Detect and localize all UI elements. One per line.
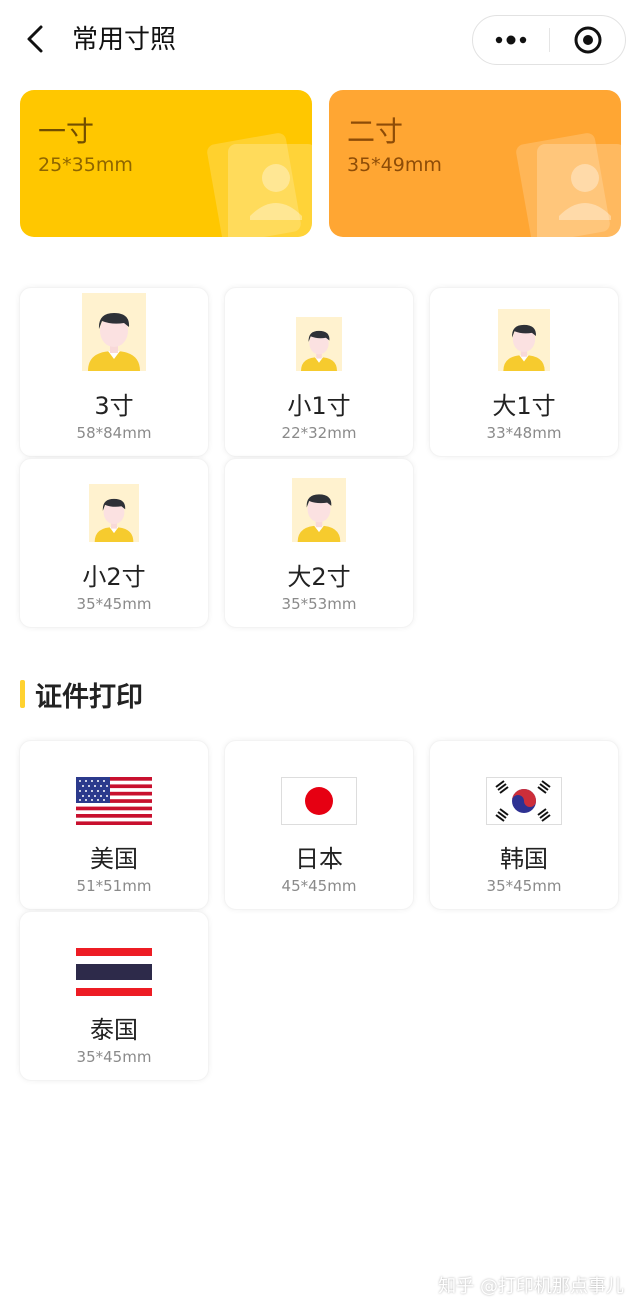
portrait-icon bbox=[82, 293, 146, 371]
portrait-icon bbox=[89, 484, 139, 542]
country-name: 美国 bbox=[90, 845, 138, 873]
flag-card-thailand[interactable]: 泰国 35*45mm bbox=[19, 911, 209, 1081]
card-title: 二寸 bbox=[347, 115, 404, 148]
size-card-small-1-inch[interactable]: 小1寸 22*32mm bbox=[224, 287, 414, 457]
size-name: 大1寸 bbox=[492, 392, 556, 420]
size-card-3-inch[interactable]: 3寸 58*84mm bbox=[19, 287, 209, 457]
size-dims: 35*45mm bbox=[76, 1048, 152, 1066]
nav-bar: 常用寸照 bbox=[0, 0, 640, 80]
section-accent-bar bbox=[20, 680, 25, 708]
more-dots-icon bbox=[495, 35, 527, 45]
size-dims: 58*84mm bbox=[76, 424, 152, 442]
watermark: 知乎 @打印机那点事儿 bbox=[438, 1276, 624, 1297]
size-dims: 51*51mm bbox=[76, 877, 152, 895]
country-name: 泰国 bbox=[90, 1016, 138, 1044]
size-dims: 45*45mm bbox=[281, 877, 357, 895]
id-photo-icon bbox=[516, 133, 621, 237]
portrait-icon bbox=[292, 478, 346, 542]
back-button[interactable] bbox=[18, 22, 52, 56]
thailand-flag-icon bbox=[76, 948, 152, 996]
size-dims: 22*32mm bbox=[281, 424, 357, 442]
card-size: 35*49mm bbox=[347, 154, 442, 176]
japan-flag-icon bbox=[281, 777, 357, 825]
target-icon bbox=[574, 26, 602, 54]
country-name: 日本 bbox=[295, 845, 343, 873]
size-card-small-2-inch[interactable]: 小2寸 35*45mm bbox=[19, 458, 209, 628]
size-dims: 35*45mm bbox=[486, 877, 562, 895]
size-dims: 33*48mm bbox=[486, 424, 562, 442]
size-card-1-inch[interactable]: 一寸 25*35mm bbox=[20, 90, 312, 237]
korea-flag-icon bbox=[486, 777, 562, 825]
us-flag-icon bbox=[76, 777, 152, 825]
size-name: 小1寸 bbox=[287, 392, 351, 420]
size-name: 大2寸 bbox=[287, 563, 351, 591]
flag-card-japan[interactable]: 日本 45*45mm bbox=[224, 740, 414, 910]
id-photo-icon bbox=[207, 133, 312, 237]
chevron-left-icon bbox=[27, 25, 43, 53]
more-button[interactable] bbox=[473, 16, 549, 64]
size-card-large-2-inch[interactable]: 大2寸 35*53mm bbox=[224, 458, 414, 628]
close-button[interactable] bbox=[550, 16, 626, 64]
mini-program-capsule bbox=[472, 15, 626, 65]
card-title: 一寸 bbox=[38, 115, 95, 148]
portrait-icon bbox=[296, 317, 342, 371]
section-header: 证件打印 bbox=[20, 676, 143, 713]
size-card-2-inch[interactable]: 二寸 35*49mm bbox=[329, 90, 621, 237]
size-card-large-1-inch[interactable]: 大1寸 33*48mm bbox=[429, 287, 619, 457]
card-size: 25*35mm bbox=[38, 154, 133, 176]
size-dims: 35*53mm bbox=[281, 595, 357, 613]
country-name: 韩国 bbox=[500, 845, 548, 873]
size-dims: 35*45mm bbox=[76, 595, 152, 613]
size-name: 小2寸 bbox=[82, 563, 146, 591]
flag-card-usa[interactable]: 美国 51*51mm bbox=[19, 740, 209, 910]
portrait-icon bbox=[498, 309, 550, 371]
page-title: 常用寸照 bbox=[72, 25, 177, 55]
size-name: 3寸 bbox=[94, 392, 134, 420]
section-title: 证件打印 bbox=[35, 681, 143, 713]
flag-card-korea[interactable]: 韩国 35*45mm bbox=[429, 740, 619, 910]
